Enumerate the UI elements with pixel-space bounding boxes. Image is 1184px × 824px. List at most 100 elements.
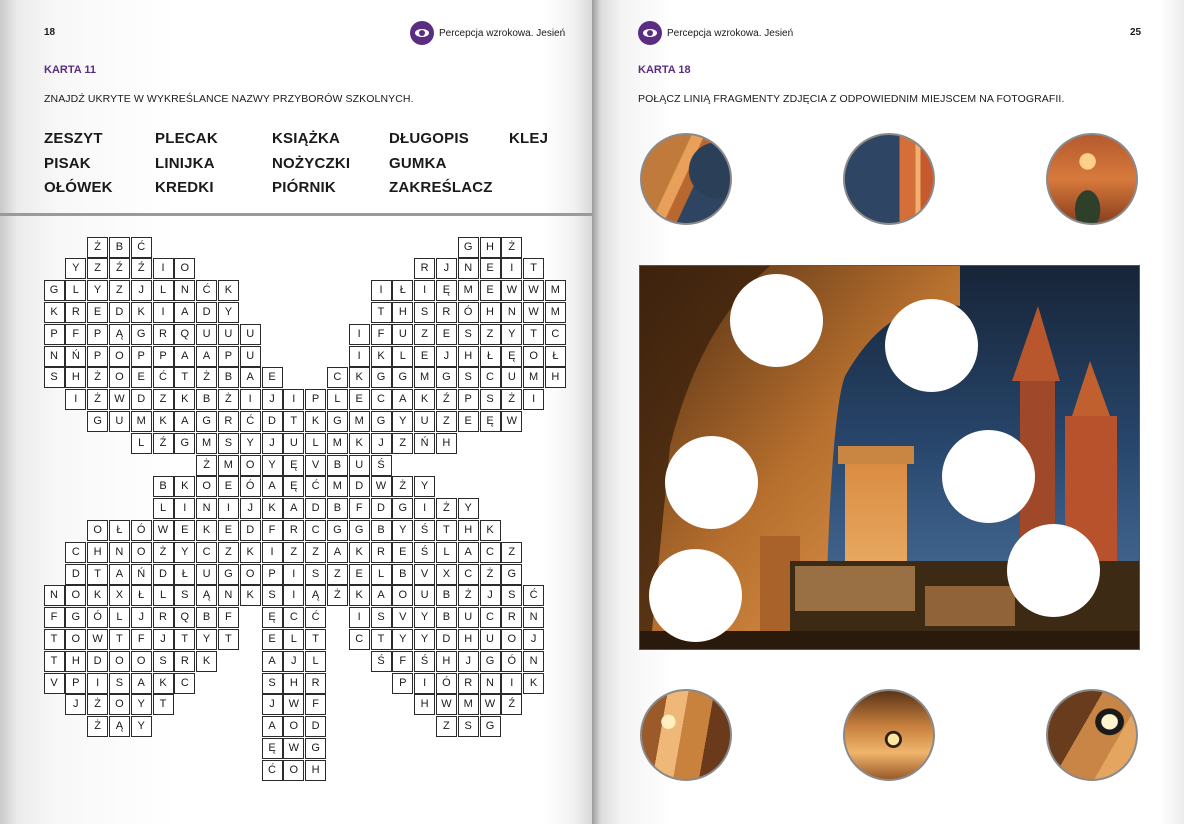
- grid-cell[interactable]: Ę: [261, 607, 283, 629]
- grid-cell[interactable]: Ą: [108, 716, 130, 738]
- grid-cell[interactable]: K: [305, 410, 327, 432]
- grid-cell[interactable]: J: [261, 432, 283, 454]
- grid-cell[interactable]: I: [501, 672, 523, 694]
- grid-cell[interactable]: A: [261, 716, 283, 738]
- grid-cell[interactable]: Y: [261, 454, 283, 476]
- grid-cell[interactable]: A: [261, 476, 283, 498]
- grid-cell[interactable]: D: [65, 563, 87, 585]
- grid-cell[interactable]: K: [261, 498, 283, 520]
- grid-cell[interactable]: D: [196, 301, 218, 323]
- grid-cell[interactable]: E: [174, 519, 196, 541]
- grid-cell[interactable]: K: [239, 541, 261, 563]
- grid-cell[interactable]: L: [392, 345, 414, 367]
- grid-cell[interactable]: Ż: [435, 498, 457, 520]
- grid-cell[interactable]: Ż: [326, 585, 348, 607]
- grid-cell[interactable]: Ż: [152, 541, 174, 563]
- grid-cell[interactable]: Ć: [305, 607, 327, 629]
- grid-cell[interactable]: Ń: [414, 432, 436, 454]
- grid-cell[interactable]: Ń: [130, 563, 152, 585]
- grid-cell[interactable]: Ę: [435, 280, 457, 302]
- grid-cell[interactable]: S: [479, 389, 501, 411]
- grid-cell[interactable]: S: [370, 607, 392, 629]
- grid-cell[interactable]: F: [348, 498, 370, 520]
- grid-cell[interactable]: F: [217, 607, 239, 629]
- grid-cell[interactable]: E: [435, 323, 457, 345]
- grid-cell[interactable]: U: [108, 410, 130, 432]
- grid-cell[interactable]: V: [392, 607, 414, 629]
- grid-cell[interactable]: Z: [305, 541, 327, 563]
- grid-cell[interactable]: U: [239, 323, 261, 345]
- grid-cell[interactable]: Y: [414, 628, 436, 650]
- grid-cell[interactable]: E: [392, 541, 414, 563]
- grid-cell[interactable]: Ą: [108, 323, 130, 345]
- grid-cell[interactable]: M: [544, 280, 566, 302]
- grid-cell[interactable]: X: [108, 585, 130, 607]
- photo-fragment-lantern[interactable]: [1046, 689, 1138, 781]
- grid-cell[interactable]: B: [326, 454, 348, 476]
- grid-cell[interactable]: A: [261, 650, 283, 672]
- grid-cell[interactable]: G: [326, 519, 348, 541]
- grid-cell[interactable]: P: [87, 345, 109, 367]
- grid-cell[interactable]: Ż: [87, 389, 109, 411]
- grid-cell[interactable]: K: [370, 345, 392, 367]
- grid-cell[interactable]: Y: [87, 280, 109, 302]
- grid-cell[interactable]: Y: [65, 258, 87, 280]
- grid-cell[interactable]: Ć: [523, 585, 545, 607]
- grid-cell[interactable]: T: [43, 650, 65, 672]
- grid-cell[interactable]: P: [217, 345, 239, 367]
- grid-cell[interactable]: I: [501, 258, 523, 280]
- grid-cell[interactable]: A: [174, 301, 196, 323]
- grid-cell[interactable]: K: [196, 519, 218, 541]
- grid-cell[interactable]: Ż: [196, 367, 218, 389]
- grid-cell[interactable]: L: [326, 389, 348, 411]
- grid-cell[interactable]: T: [283, 410, 305, 432]
- grid-cell[interactable]: T: [435, 519, 457, 541]
- grid-cell[interactable]: U: [217, 323, 239, 345]
- grid-cell[interactable]: R: [152, 323, 174, 345]
- grid-cell[interactable]: D: [370, 498, 392, 520]
- grid-cell[interactable]: J: [435, 345, 457, 367]
- grid-cell[interactable]: E: [87, 301, 109, 323]
- grid-cell[interactable]: H: [479, 236, 501, 258]
- grid-cell[interactable]: L: [65, 280, 87, 302]
- grid-cell[interactable]: Ó: [130, 519, 152, 541]
- grid-cell[interactable]: M: [457, 280, 479, 302]
- grid-cell[interactable]: A: [108, 563, 130, 585]
- grid-cell[interactable]: I: [65, 389, 87, 411]
- grid-cell[interactable]: N: [479, 672, 501, 694]
- grid-cell[interactable]: Ę: [479, 410, 501, 432]
- grid-cell[interactable]: X: [435, 563, 457, 585]
- grid-cell[interactable]: C: [65, 541, 87, 563]
- grid-cell[interactable]: N: [523, 650, 545, 672]
- grid-cell[interactable]: O: [283, 759, 305, 781]
- grid-cell[interactable]: H: [435, 650, 457, 672]
- grid-cell[interactable]: J: [435, 258, 457, 280]
- grid-cell[interactable]: Ź: [108, 258, 130, 280]
- grid-cell[interactable]: J: [152, 628, 174, 650]
- grid-cell[interactable]: N: [457, 258, 479, 280]
- grid-cell[interactable]: Y: [392, 628, 414, 650]
- grid-cell[interactable]: G: [130, 323, 152, 345]
- grid-cell[interactable]: S: [457, 716, 479, 738]
- grid-cell[interactable]: H: [457, 519, 479, 541]
- grid-cell[interactable]: W: [501, 280, 523, 302]
- grid-cell[interactable]: K: [348, 432, 370, 454]
- grid-cell[interactable]: J: [261, 694, 283, 716]
- grid-cell[interactable]: Y: [174, 541, 196, 563]
- grid-cell[interactable]: K: [196, 650, 218, 672]
- grid-cell[interactable]: D: [261, 410, 283, 432]
- grid-cell[interactable]: T: [108, 628, 130, 650]
- grid-cell[interactable]: W: [523, 301, 545, 323]
- grid-cell[interactable]: T: [523, 323, 545, 345]
- grid-cell[interactable]: K: [43, 301, 65, 323]
- grid-cell[interactable]: W: [523, 280, 545, 302]
- grid-cell[interactable]: Y: [130, 716, 152, 738]
- grid-cell[interactable]: Ł: [479, 345, 501, 367]
- grid-cell[interactable]: I: [348, 607, 370, 629]
- grid-cell[interactable]: Y: [457, 498, 479, 520]
- grid-cell[interactable]: A: [283, 498, 305, 520]
- grid-cell[interactable]: I: [370, 280, 392, 302]
- grid-cell[interactable]: T: [370, 628, 392, 650]
- grid-cell[interactable]: Ś: [414, 519, 436, 541]
- grid-cell[interactable]: Ś: [370, 454, 392, 476]
